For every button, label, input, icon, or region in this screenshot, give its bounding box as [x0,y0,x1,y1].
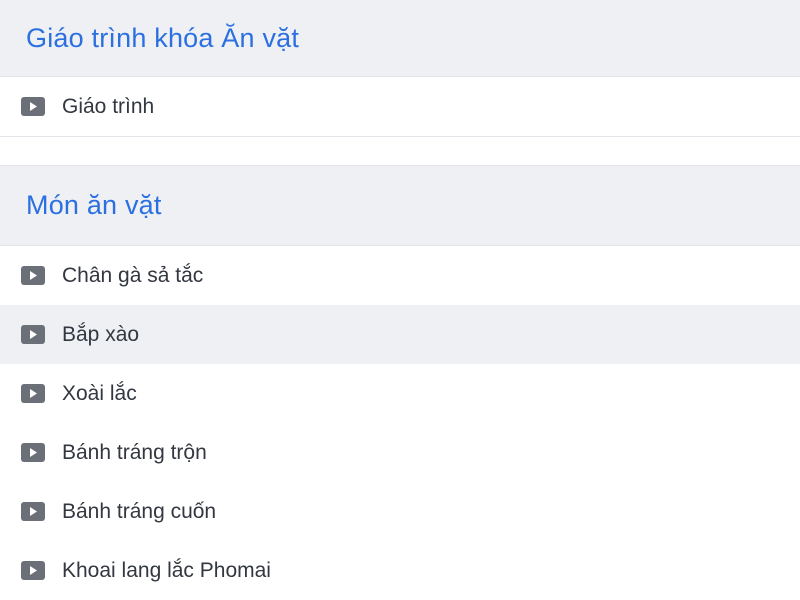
lesson-label: Giáo trình [62,94,155,118]
lesson-item[interactable]: Chân gà sả tắc [0,246,800,305]
play-icon [21,266,45,285]
play-icon [21,97,45,116]
lesson-label: Bắp xào [62,322,140,346]
lesson-item[interactable]: Khoai lang lắc Phomai [0,541,800,600]
lesson-item[interactable]: Xoài lắc [0,364,800,423]
snacks-section: Món ăn vặt Chân gà sả tắc Bắp xào Xoài l… [0,165,800,600]
lesson-label: Xoài lắc [62,381,137,405]
lesson-label: Bánh tráng trộn [62,440,207,464]
lesson-label: Khoai lang lắc Phomai [62,558,271,582]
lesson-item[interactable]: Giáo trình [0,77,800,136]
lesson-label: Bánh tráng cuốn [62,499,217,523]
lesson-item[interactable]: Bánh tráng trộn [0,423,800,482]
lesson-list: Chân gà sả tắc Bắp xào Xoài lắc Bánh trá… [0,246,800,600]
play-icon [21,502,45,521]
lesson-item[interactable]: Bánh tráng cuốn [0,482,800,541]
lesson-label: Chân gà sả tắc [62,263,204,287]
play-icon [21,443,45,462]
play-icon [21,325,45,344]
play-icon [21,561,45,580]
play-icon [21,384,45,403]
section-title: Món ăn vặt [26,190,162,220]
section-header[interactable]: Giáo trình khóa Ăn vặt [0,0,800,77]
curriculum-section: Giáo trình khóa Ăn vặt Giáo trình [0,0,800,137]
course-curriculum: Giáo trình khóa Ăn vặt Giáo trình Món ăn… [0,0,800,600]
section-title: Giáo trình khóa Ăn vặt [26,22,300,53]
lesson-list: Giáo trình [0,77,800,136]
lesson-item-active[interactable]: Bắp xào [0,305,800,364]
section-header[interactable]: Món ăn vặt [0,166,800,246]
